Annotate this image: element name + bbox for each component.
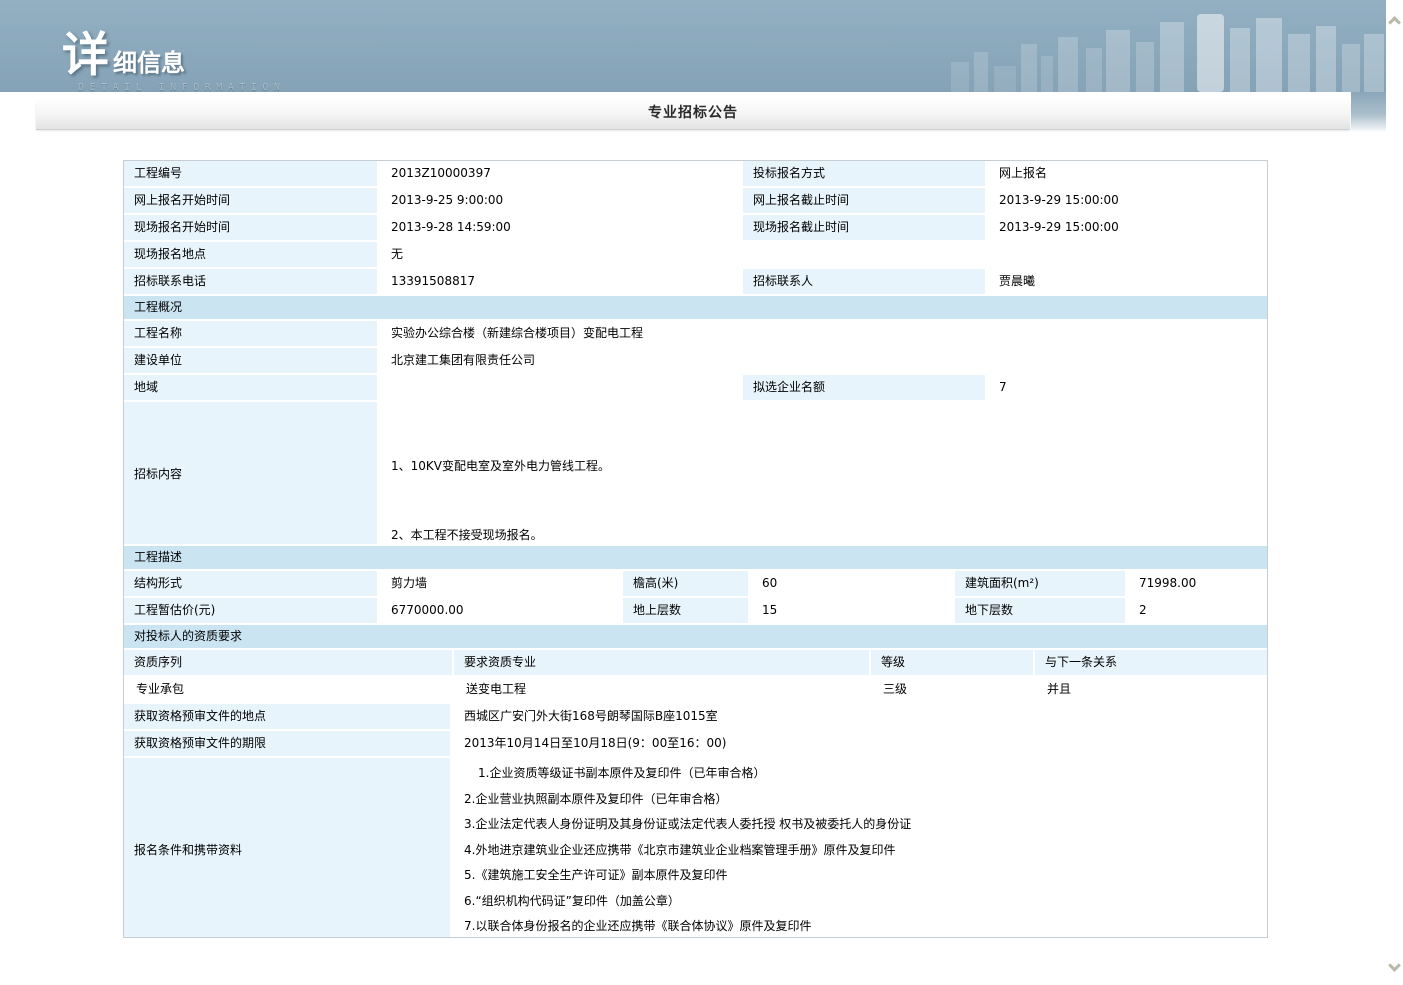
field-value: 并且 xyxy=(1035,677,1267,702)
field-value: 2013-9-29 15:00:00 xyxy=(987,215,1267,240)
field-value: 2013-9-28 14:59:00 xyxy=(379,215,741,240)
list-item: 2.企业营业执照副本原件及复印件（已年审合格） xyxy=(464,787,1267,813)
field-label: 地上层数 xyxy=(623,598,748,623)
field-label: 工程暂估价(元) xyxy=(124,598,377,623)
table-row: 工程名称 实验办公综合楼（新建综合楼项目）变配电工程 xyxy=(124,321,1267,346)
field-value: 60 xyxy=(750,571,953,596)
column-header: 等级 xyxy=(871,650,1033,675)
scrollbar[interactable] xyxy=(1386,0,1403,985)
list-item: 1.企业资质等级证书副本原件及复印件（已年审合格） xyxy=(464,761,1267,787)
tender-content-line: 1、10KV变配电室及室外电力管线工程。 xyxy=(391,457,1267,474)
field-label: 现场报名截止时间 xyxy=(743,215,985,240)
field-value: 15 xyxy=(750,598,953,623)
field-label: 建设单位 xyxy=(124,348,377,373)
field-value: 北京建工集团有限责任公司 xyxy=(379,348,1267,373)
table-row: 结构形式 剪力墙 檐高(米) 60 建筑面积(m²) 71998.00 xyxy=(124,571,1267,596)
logo-en-caption: DETAIL INFORMATION xyxy=(78,82,285,93)
city-skyline-icon xyxy=(946,0,1386,92)
logo-cn-main: 详 xyxy=(62,28,109,83)
field-value: 贾晨曦 xyxy=(987,269,1267,294)
table-row: 网上报名开始时间 2013-9-25 9:00:00 网上报名截止时间 2013… xyxy=(124,188,1267,213)
list-item: 7.以联合体身份报名的企业还应携带《联合体协议》原件及复印件 xyxy=(464,914,1267,937)
field-label: 现场报名地点 xyxy=(124,242,377,267)
field-label: 地域 xyxy=(124,375,377,400)
column-header: 资质序列 xyxy=(124,650,452,675)
field-label: 招标联系电话 xyxy=(124,269,377,294)
field-label: 报名条件和携带资料 xyxy=(124,758,450,937)
field-label: 投标报名方式 xyxy=(743,161,985,186)
field-value: 13391508817 xyxy=(379,269,741,294)
table-row: 现场报名开始时间 2013-9-28 14:59:00 现场报名截止时间 201… xyxy=(124,215,1267,240)
section-header-overview: 工程概况 xyxy=(124,296,1267,319)
field-value: 2013Z10000397 xyxy=(379,161,741,186)
field-label: 招标联系人 xyxy=(743,269,985,294)
logo-cn-sub: 细信息 xyxy=(113,49,185,77)
materials-list: 1.企业资质等级证书副本原件及复印件（已年审合格） 2.企业营业执照副本原件及复… xyxy=(452,758,1267,937)
field-label: 工程名称 xyxy=(124,321,377,346)
list-item: 6.“组织机构代码证”复印件（加盖公章） xyxy=(464,889,1267,915)
table-row: 获取资格预审文件的地点 西城区广安门外大街168号朗琴国际B座1015室 xyxy=(124,704,1267,729)
table-row: 现场报名地点 无 xyxy=(124,242,1267,267)
field-label: 檐高(米) xyxy=(623,571,748,596)
tender-content-cell: 1、10KV变配电室及室外电力管线工程。 2、本工程不接受现场报名。 xyxy=(379,402,1267,544)
field-value: 2013-9-29 15:00:00 xyxy=(987,188,1267,213)
tender-detail-table: 工程编号 2013Z10000397 投标报名方式 网上报名 网上报名开始时间 … xyxy=(123,160,1268,938)
section-header-description: 工程描述 xyxy=(124,546,1267,569)
field-label: 获取资格预审文件的期限 xyxy=(124,731,450,756)
field-value: 西城区广安门外大街168号朗琴国际B座1015室 xyxy=(452,704,1267,729)
page-title-bar: 专业招标公告 xyxy=(36,98,1350,130)
table-row: 报名条件和携带资料 1.企业资质等级证书副本原件及复印件（已年审合格） 2.企业… xyxy=(124,758,1267,937)
field-label: 招标内容 xyxy=(124,402,377,544)
tender-content-line: 2、本工程不接受现场报名。 xyxy=(391,526,1267,543)
field-label: 结构形式 xyxy=(124,571,377,596)
field-value: 6770000.00 xyxy=(379,598,621,623)
field-value: 专业承包 xyxy=(124,677,452,702)
page-title: 专业招标公告 xyxy=(36,98,1350,129)
field-label: 工程编号 xyxy=(124,161,377,186)
field-label: 地下层数 xyxy=(955,598,1125,623)
field-value: 2 xyxy=(1127,598,1267,623)
field-value: 实验办公综合楼（新建综合楼项目）变配电工程 xyxy=(379,321,1267,346)
table-row: 工程暂估价(元) 6770000.00 地上层数 15 地下层数 2 xyxy=(124,598,1267,623)
field-value xyxy=(379,375,741,400)
detail-logo: 详细信息 DETAIL INFORMATION xyxy=(62,16,285,93)
field-label: 获取资格预审文件的地点 xyxy=(124,704,450,729)
header-right-extension xyxy=(1351,92,1386,132)
field-label: 网上报名截止时间 xyxy=(743,188,985,213)
qualification-data-row: 专业承包 送变电工程 三级 并且 xyxy=(124,677,1267,702)
table-row: 招标联系电话 13391508817 招标联系人 贾晨曦 xyxy=(124,269,1267,294)
table-row: 获取资格预审文件的期限 2013年10月14日至10月18日(9：00至16：0… xyxy=(124,731,1267,756)
qualification-header-row: 资质序列 要求资质专业 等级 与下一条关系 xyxy=(124,650,1267,675)
field-value: 7 xyxy=(987,375,1267,400)
column-header: 与下一条关系 xyxy=(1035,650,1267,675)
field-label: 现场报名开始时间 xyxy=(124,215,377,240)
field-value: 无 xyxy=(379,242,1267,267)
list-item: 5.《建筑施工安全生产许可证》副本原件及复印件 xyxy=(464,863,1267,889)
field-value: 剪力墙 xyxy=(379,571,621,596)
field-value: 2013年10月14日至10月18日(9：00至16：00) xyxy=(452,731,1267,756)
table-row: 工程编号 2013Z10000397 投标报名方式 网上报名 xyxy=(124,161,1267,186)
header-band: 详细信息 DETAIL INFORMATION xyxy=(0,0,1386,92)
field-label: 拟选企业名额 xyxy=(743,375,985,400)
section-header-qualification: 对投标人的资质要求 xyxy=(124,625,1267,648)
field-value: 71998.00 xyxy=(1127,571,1267,596)
field-label: 建筑面积(m²) xyxy=(955,571,1125,596)
list-item: 3.企业法定代表人身份证明及其身份证或法定代表人委托授 权书及被委托人的身份证 xyxy=(464,812,1267,838)
field-value: 送变电工程 xyxy=(454,677,869,702)
table-row: 招标内容 1、10KV变配电室及室外电力管线工程。 2、本工程不接受现场报名。 xyxy=(124,402,1267,544)
list-item: 4.外地进京建筑业企业还应携带《北京市建筑业企业档案管理手册》原件及复印件 xyxy=(464,838,1267,864)
field-value: 网上报名 xyxy=(987,161,1267,186)
column-header: 要求资质专业 xyxy=(454,650,869,675)
field-label: 网上报名开始时间 xyxy=(124,188,377,213)
table-row: 地域 拟选企业名额 7 xyxy=(124,375,1267,400)
field-value: 2013-9-25 9:00:00 xyxy=(379,188,741,213)
field-value: 三级 xyxy=(871,677,1033,702)
table-row: 建设单位 北京建工集团有限责任公司 xyxy=(124,348,1267,373)
